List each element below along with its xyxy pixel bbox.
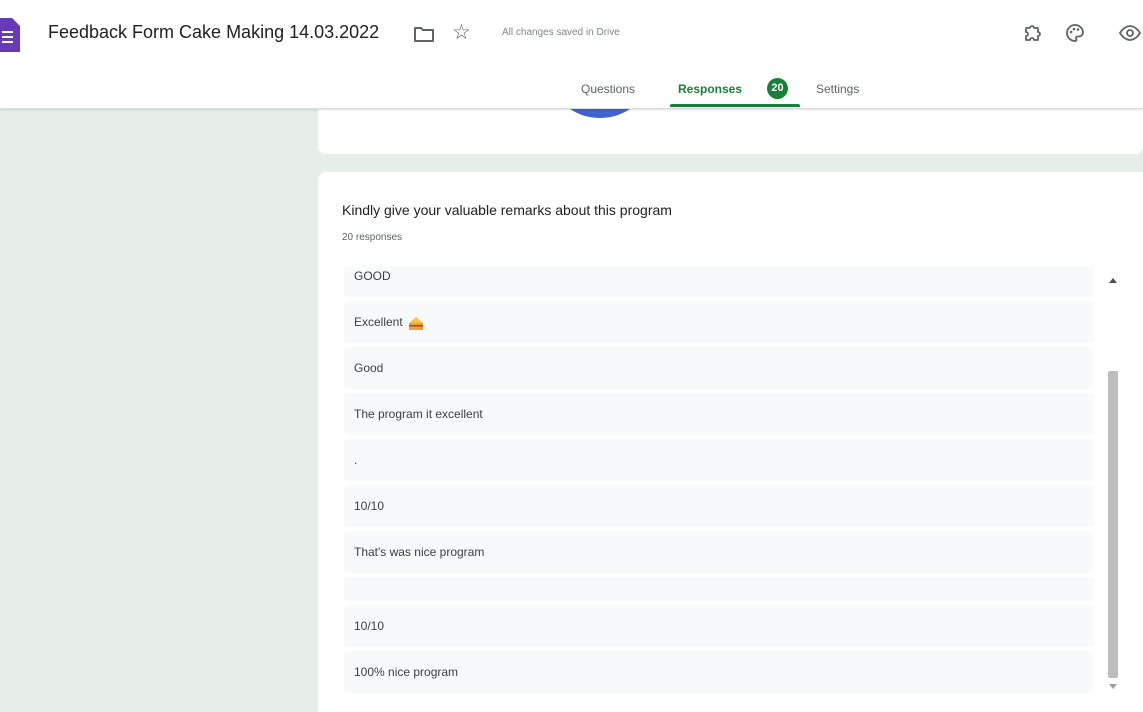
response-item xyxy=(344,577,1094,601)
response-item: That's was nice program xyxy=(344,531,1094,573)
response-text: GOOD xyxy=(354,269,391,283)
tab-responses[interactable]: Responses xyxy=(678,82,742,96)
scrollbar-thumb[interactable] xyxy=(1108,371,1118,678)
tab-questions[interactable]: Questions xyxy=(581,82,635,96)
response-item: 10/10 xyxy=(344,485,1094,527)
response-count: 20 responses xyxy=(342,232,403,243)
response-text: Excellent xyxy=(354,315,403,329)
save-status: All changes saved in Drive xyxy=(502,27,620,38)
responses-list[interactable]: GOOD Excellent Good The program it excel… xyxy=(344,267,1094,697)
question-response-card: Kindly give your valuable remarks about … xyxy=(318,172,1143,712)
response-item: Excellent xyxy=(344,301,1094,343)
tab-settings[interactable]: Settings xyxy=(816,82,859,96)
active-tab-indicator xyxy=(670,104,800,107)
scroll-down-arrow-icon[interactable] xyxy=(1109,684,1117,689)
response-item: GOOD xyxy=(344,267,1094,297)
preview-icon[interactable] xyxy=(1119,22,1141,44)
response-text: The program it excellent xyxy=(354,407,483,421)
addon-icon[interactable] xyxy=(1022,22,1044,44)
response-item: . xyxy=(344,439,1094,481)
star-icon[interactable]: ☆ xyxy=(452,22,471,43)
response-text: 10/10 xyxy=(354,619,385,633)
response-text: . xyxy=(354,453,358,467)
folder-icon[interactable] xyxy=(413,25,435,43)
response-item: 100% nice program xyxy=(344,651,1094,693)
response-item: 10/10 xyxy=(344,605,1094,647)
scroll-up-arrow-icon[interactable] xyxy=(1109,278,1117,283)
response-text: 100% nice program xyxy=(354,665,459,679)
forms-logo-icon[interactable] xyxy=(0,18,20,52)
pie-chart xyxy=(550,108,650,118)
responses-count-badge: 20 xyxy=(767,78,788,99)
cake-emoji-icon xyxy=(408,316,423,330)
response-item: The program it excellent xyxy=(344,393,1094,435)
palette-icon[interactable] xyxy=(1064,22,1086,44)
response-text: That's was nice program xyxy=(354,545,485,559)
document-title[interactable]: Feedback Form Cake Making 14.03.2022 xyxy=(48,22,379,43)
summary-chart-card xyxy=(318,108,1143,154)
response-text: 10/10 xyxy=(354,499,385,513)
header: Feedback Form Cake Making 14.03.2022 ☆ A… xyxy=(0,0,1143,109)
question-title: Kindly give your valuable remarks about … xyxy=(342,202,672,218)
response-item: Good xyxy=(344,347,1094,389)
response-text: Good xyxy=(354,361,384,375)
responses-scrollbar[interactable] xyxy=(1104,268,1122,698)
